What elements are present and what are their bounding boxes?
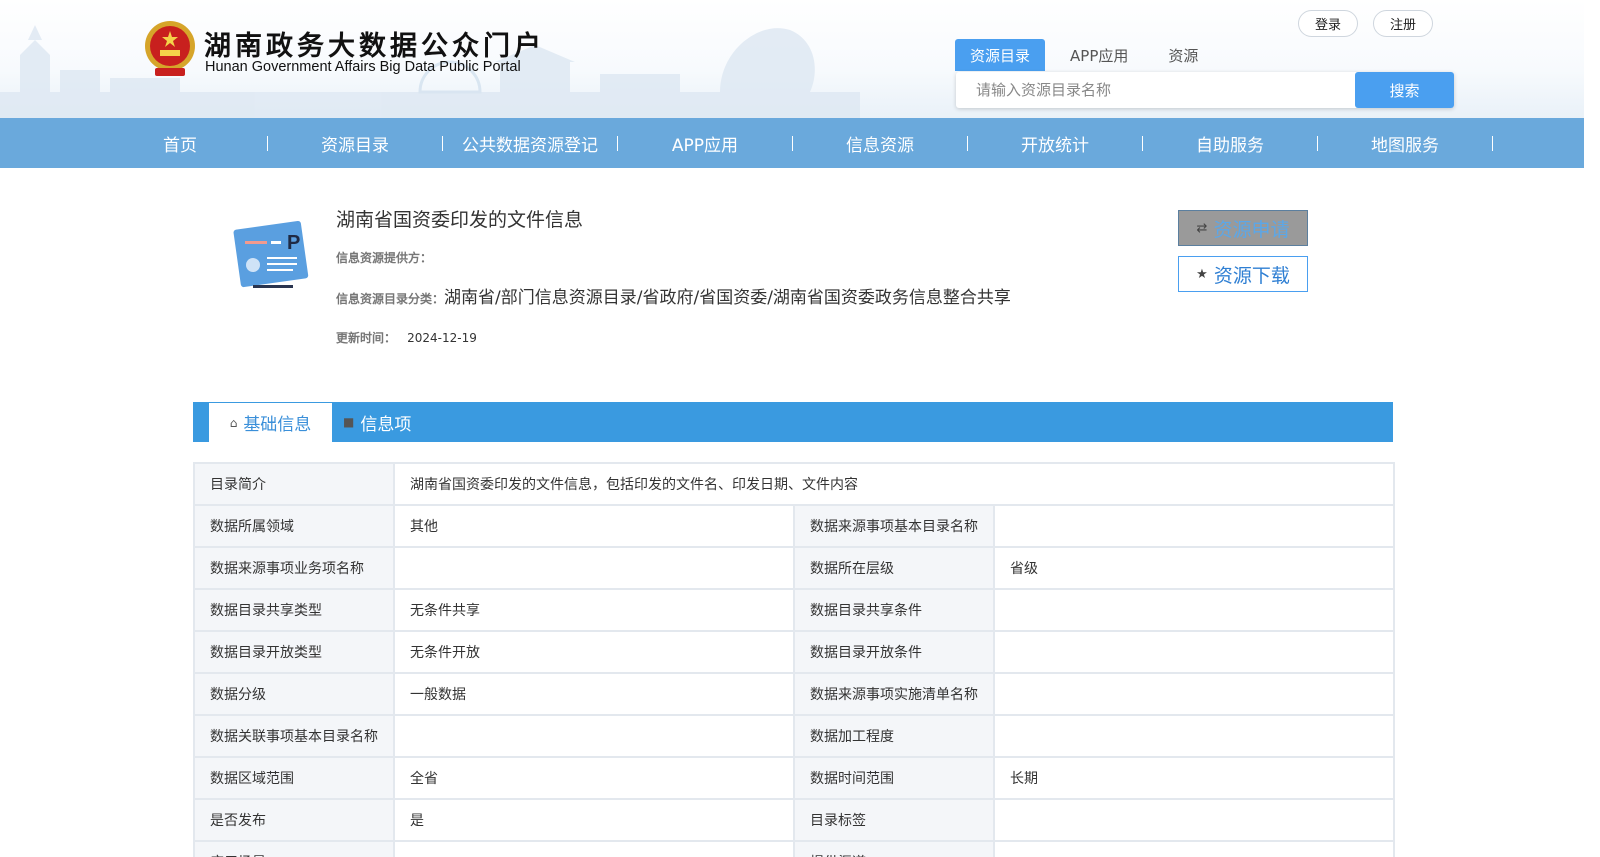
cell-value <box>993 840 1395 857</box>
cell-value: 全省 <box>393 756 795 800</box>
cell-value <box>993 672 1395 716</box>
cell-label: 数据目录开放条件 <box>793 630 995 674</box>
cell-label: 应用场景 <box>193 840 395 857</box>
cell-value <box>393 546 795 590</box>
provider-label: 信息资源提供方： <box>336 251 433 265</box>
shuffle-icon: ⇄ <box>1196 220 1208 236</box>
nav-item-map[interactable]: 地图服务 <box>1318 118 1492 168</box>
cell-value: 一般数据 <box>393 672 795 716</box>
table-row: 数据关联事项基本目录名称 数据加工程度 <box>193 714 1395 758</box>
site-header: 湖南政务大数据公众门户 Hunan Government Affairs Big… <box>0 0 1584 118</box>
nav-item-info-resources[interactable]: 信息资源 <box>793 118 967 168</box>
cell-label: 数据关联事项基本目录名称 <box>193 714 395 758</box>
search-tabs: 资源目录 APP应用 资源 <box>955 39 1223 71</box>
cell-label: 数据来源事项基本目录名称 <box>793 504 995 548</box>
folder-icon: ■ <box>343 415 355 429</box>
cell-label: 数据目录开放类型 <box>193 630 395 674</box>
updated-value: 2024-12-19 <box>407 331 477 345</box>
cell-label: 数据所在层级 <box>793 546 995 590</box>
svg-text:P: P <box>287 232 300 254</box>
cell-label: 目录标签 <box>793 798 995 842</box>
home-icon: ⌂ <box>229 415 238 430</box>
table-row: 应用场景 提供渠道 <box>193 840 1395 857</box>
cell-label: 数据来源事项实施清单名称 <box>793 672 995 716</box>
cell-value: 省级 <box>993 546 1395 590</box>
provider-row: 信息资源提供方： <box>336 247 432 266</box>
login-button[interactable]: 登录 <box>1298 10 1358 37</box>
download-label: 资源下载 <box>1213 264 1290 287</box>
cell-label: 数据目录共享类型 <box>193 588 395 632</box>
resource-apply-button[interactable]: ⇄ 资源申请 <box>1178 210 1308 246</box>
tab-info-items[interactable]: ■ 信息项 <box>343 402 411 442</box>
category-value: 湖南省/部门信息资源目录/省政府/省国资委/湖南省国资委政务信息整合共享 <box>444 288 1011 308</box>
cell-label: 数据来源事项业务项名称 <box>193 546 395 590</box>
tab-items-label: 信息项 <box>360 414 412 435</box>
table-row: 数据来源事项业务项名称 数据所在层级 省级 <box>193 546 1395 590</box>
search-tab-catalog[interactable]: 资源目录 <box>955 39 1046 71</box>
main-nav: 首页 资源目录 公共数据资源登记 APP应用 信息资源 开放统计 自助服务 地图… <box>0 118 1584 168</box>
cell-value: 其他 <box>393 504 795 548</box>
cell-value <box>993 630 1395 674</box>
category-label: 信息资源目录分类： <box>336 292 445 306</box>
table-row: 数据目录共享类型 无条件共享 数据目录共享条件 <box>193 588 1395 632</box>
cell-value: 无条件开放 <box>393 630 795 674</box>
nav-separator <box>1492 136 1493 151</box>
nav-item-registration[interactable]: 公共数据资源登记 <box>443 118 617 168</box>
cell-label: 数据区域范围 <box>193 756 395 800</box>
resource-download-button[interactable]: ★ 资源下载 <box>1178 256 1308 292</box>
tab-basic-label: 基础信息 <box>243 415 312 435</box>
table-row: 是否发布 是 目录标签 <box>193 798 1395 842</box>
cell-label: 是否发布 <box>193 798 395 842</box>
cell-label: 数据加工程度 <box>793 714 995 758</box>
search-button[interactable]: 搜索 <box>1355 72 1454 108</box>
table-row: 目录简介 湖南省国资委印发的文件信息，包括印发的文件名、印发日期、文件内容 <box>193 462 1395 506</box>
detail-tabs: ⌂ 基础信息 ■ 信息项 <box>193 402 1393 442</box>
cell-value <box>993 714 1395 758</box>
search-tab-resource[interactable]: 资源 <box>1153 39 1213 71</box>
cell-value: 湖南省国资委印发的文件信息，包括印发的文件名、印发日期、文件内容 <box>393 462 1395 506</box>
cell-value <box>993 588 1395 632</box>
nav-item-home[interactable]: 首页 <box>93 118 267 168</box>
nav-item-catalog[interactable]: 资源目录 <box>268 118 442 168</box>
cell-value <box>393 840 795 857</box>
search-tab-app[interactable]: APP应用 <box>1055 39 1143 71</box>
portal-title-cn: 湖南政务大数据公众门户 <box>204 31 545 62</box>
search-input[interactable] <box>956 72 1354 108</box>
cell-label: 数据目录共享条件 <box>793 588 995 632</box>
cell-value: 是 <box>393 798 795 842</box>
updated-row: 更新时间： 2024-12-19 <box>336 327 477 346</box>
cell-value <box>993 798 1395 842</box>
search-box: 搜索 <box>956 72 1454 108</box>
cell-label: 提供渠道 <box>793 840 995 857</box>
national-emblem-icon <box>145 21 195 76</box>
nav-item-app[interactable]: APP应用 <box>618 118 792 168</box>
resource-title: 湖南省国资委印发的文件信息 <box>336 209 584 231</box>
apply-label: 资源申请 <box>1213 218 1290 241</box>
cell-value <box>993 504 1395 548</box>
tab-basic-info[interactable]: ⌂ 基础信息 <box>209 402 332 442</box>
document-card-icon: P <box>233 220 309 288</box>
nav-item-self-service[interactable]: 自助服务 <box>1143 118 1317 168</box>
cell-value <box>393 714 795 758</box>
page: 湖南政务大数据公众门户 Hunan Government Affairs Big… <box>0 0 1600 857</box>
table-row: 数据所属领域 其他 数据来源事项基本目录名称 <box>193 504 1395 548</box>
star-icon: ★ <box>1196 266 1208 282</box>
cell-label: 数据分级 <box>193 672 395 716</box>
cell-value: 无条件共享 <box>393 588 795 632</box>
table-row: 数据区域范围 全省 数据时间范围 长期 <box>193 756 1395 800</box>
cell-label: 数据时间范围 <box>793 756 995 800</box>
cell-label: 目录简介 <box>193 462 395 506</box>
category-row: 信息资源目录分类： 湖南省/部门信息资源目录/省政府/省国资委/湖南省国资委政务… <box>336 283 1011 308</box>
cell-label: 数据所属领域 <box>193 504 395 548</box>
register-button[interactable]: 注册 <box>1373 10 1433 37</box>
table-row: 数据目录开放类型 无条件开放 数据目录开放条件 <box>193 630 1395 674</box>
nav-item-statistics[interactable]: 开放统计 <box>968 118 1142 168</box>
basic-info-table: 目录简介 湖南省国资委印发的文件信息，包括印发的文件名、印发日期、文件内容 数据… <box>193 462 1395 857</box>
cell-value: 长期 <box>993 756 1395 800</box>
updated-label: 更新时间： <box>336 331 397 345</box>
table-row: 数据分级 一般数据 数据来源事项实施清单名称 <box>193 672 1395 716</box>
portal-title-en: Hunan Government Affairs Big Data Public… <box>205 59 521 75</box>
